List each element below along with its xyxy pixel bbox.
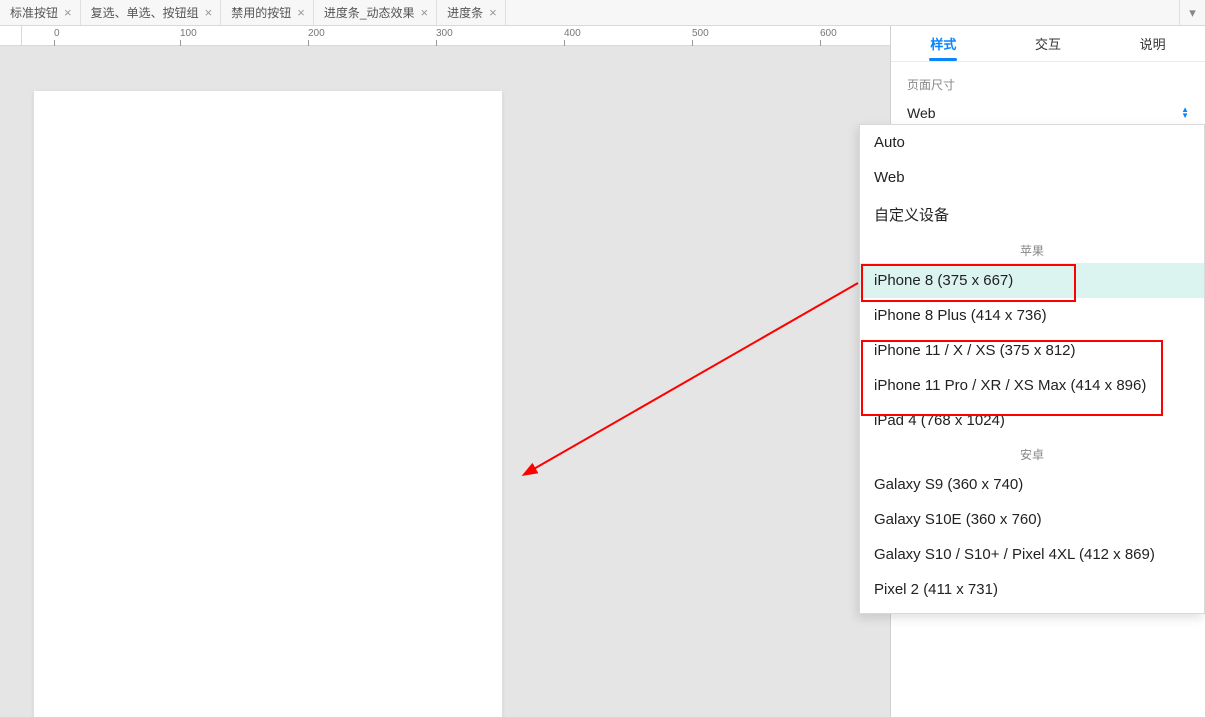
- size-option-iphone8plus[interactable]: iPhone 8 Plus (414 x 736): [860, 298, 1204, 333]
- ruler-tick: 200: [308, 28, 325, 39]
- document-tabbar: 标准按钮 × 复选、单选、按钮组 × 禁用的按钮 × 进度条_动态效果 × 进度…: [0, 0, 1205, 26]
- tabbar-spacer: [506, 0, 1179, 25]
- tab-label: 交互: [1035, 34, 1061, 53]
- tab-label: 禁用的按钮: [231, 4, 291, 21]
- tab-label: 标准按钮: [10, 4, 58, 21]
- page-size-dropdown[interactable]: Auto Web 自定义设备 苹果 iPhone 8 (375 x 667) i…: [859, 124, 1205, 614]
- section-label-page-size: 页面尺寸: [891, 62, 1205, 99]
- size-option-ipad4[interactable]: iPad 4 (768 x 1024): [860, 403, 1204, 438]
- size-option-galaxys10[interactable]: Galaxy S10 / S10+ / Pixel 4XL (412 x 869…: [860, 537, 1204, 572]
- size-option-iphone11[interactable]: iPhone 11 / X / XS (375 x 812): [860, 333, 1204, 368]
- size-group-apple: 苹果: [860, 234, 1204, 263]
- size-option-galaxys9[interactable]: Galaxy S9 (360 x 740): [860, 467, 1204, 502]
- close-icon[interactable]: ×: [205, 6, 213, 19]
- size-option-auto[interactable]: Auto: [860, 125, 1204, 160]
- tab-label: 进度条: [447, 4, 483, 21]
- tab-label: 说明: [1140, 34, 1166, 53]
- doc-tab[interactable]: 进度条 ×: [437, 0, 506, 25]
- tab-label: 复选、单选、按钮组: [91, 4, 199, 21]
- size-option-galaxys10e[interactable]: Galaxy S10E (360 x 760): [860, 502, 1204, 537]
- size-option-iphone8[interactable]: iPhone 8 (375 x 667): [860, 263, 1204, 298]
- size-option-pixel2[interactable]: Pixel 2 (411 x 731): [860, 572, 1204, 607]
- size-group-android: 安卓: [860, 438, 1204, 467]
- ruler-corner: [0, 26, 22, 46]
- ruler-tick: 100: [180, 28, 197, 39]
- tab-style[interactable]: 样式: [891, 26, 996, 61]
- tab-label: 进度条_动态效果: [324, 4, 415, 21]
- select-value: Web: [907, 105, 936, 121]
- ruler-horizontal[interactable]: 0 100 200 300 400 500 600: [22, 26, 890, 46]
- size-option-custom[interactable]: 自定义设备: [860, 195, 1204, 234]
- doc-tab[interactable]: 标准按钮 ×: [0, 0, 81, 25]
- doc-tab[interactable]: 禁用的按钮 ×: [221, 0, 314, 25]
- size-option-web[interactable]: Web: [860, 160, 1204, 195]
- ruler-tick: 0: [54, 28, 60, 39]
- chevron-down-icon: ▾: [1189, 5, 1196, 21]
- canvas-pane: 0 100 200 300 400 500 600: [0, 26, 891, 717]
- doc-tab[interactable]: 复选、单选、按钮组 ×: [81, 0, 222, 25]
- tab-overflow-button[interactable]: ▾: [1179, 0, 1205, 25]
- canvas-viewport[interactable]: [0, 46, 890, 717]
- size-option-iphone11pro[interactable]: iPhone 11 Pro / XR / XS Max (414 x 896): [860, 368, 1204, 403]
- close-icon[interactable]: ×: [64, 6, 72, 19]
- close-icon[interactable]: ×: [297, 6, 305, 19]
- inspector-tabs: 样式 交互 说明: [891, 26, 1205, 62]
- tab-description[interactable]: 说明: [1100, 26, 1205, 61]
- ruler-tick: 400: [564, 28, 581, 39]
- tab-interaction[interactable]: 交互: [996, 26, 1101, 61]
- tab-label: 样式: [930, 34, 956, 53]
- ruler-tick: 500: [692, 28, 709, 39]
- select-arrows-icon: ▲▼: [1181, 107, 1189, 119]
- doc-tab[interactable]: 进度条_动态效果 ×: [314, 0, 437, 25]
- ruler-tick: 600: [820, 28, 837, 39]
- close-icon[interactable]: ×: [421, 6, 429, 19]
- design-page[interactable]: [34, 91, 502, 717]
- close-icon[interactable]: ×: [489, 6, 497, 19]
- ruler-tick: 300: [436, 28, 453, 39]
